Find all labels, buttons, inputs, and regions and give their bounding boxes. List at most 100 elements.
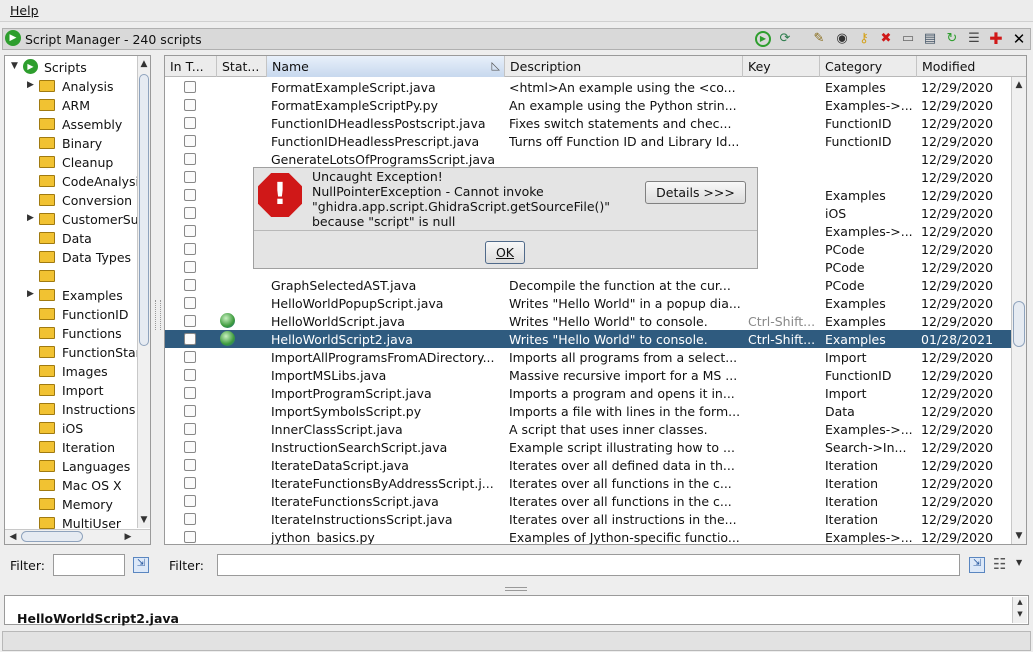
in-toolbar-checkbox[interactable]: [184, 477, 196, 489]
table-scroll-thumb[interactable]: [1013, 301, 1025, 347]
in-toolbar-checkbox[interactable]: [184, 441, 196, 453]
table-row[interactable]: ImportProgramScript.java Imports a progra…: [165, 384, 1011, 402]
tree-root[interactable]: ▼ ▶ Scripts: [5, 58, 137, 77]
table-row-selected[interactable]: HelloWorldScript2.java Writes "Hello Worl…: [165, 330, 1011, 348]
tree-item[interactable]: FunctionStartPatterns: [5, 343, 137, 362]
tree-item[interactable]: FunctionID: [5, 305, 137, 324]
in-toolbar-checkbox[interactable]: [184, 117, 196, 129]
tree-item[interactable]: Languages: [5, 457, 137, 476]
col-key[interactable]: Key: [743, 56, 820, 77]
split-handle[interactable]: [155, 300, 161, 330]
in-toolbar-checkbox[interactable]: [184, 423, 196, 435]
in-toolbar-checkbox[interactable]: [184, 81, 196, 93]
in-toolbar-checkbox[interactable]: [184, 135, 196, 147]
description-scroll-down-icon[interactable]: ▼: [1014, 610, 1026, 618]
in-toolbar-checkbox[interactable]: [184, 297, 196, 309]
table-row[interactable]: FunctionIDHeadlessPostscript.java Fixes s…: [165, 114, 1011, 132]
split-handle-horizontal[interactable]: [505, 587, 527, 591]
in-toolbar-checkbox[interactable]: [184, 261, 196, 273]
in-toolbar-checkbox[interactable]: [184, 279, 196, 291]
description-scrollbar[interactable]: ▲ ▼: [1012, 597, 1027, 623]
in-toolbar-checkbox[interactable]: [184, 171, 196, 183]
table-vscrollbar[interactable]: ▲ ▼: [1011, 77, 1026, 544]
table-row[interactable]: FormatExampleScriptPy.py An example using…: [165, 96, 1011, 114]
refresh-icon[interactable]: ↻: [944, 31, 960, 47]
tree-item[interactable]: Cleanup: [5, 153, 137, 172]
tree-item[interactable]: ▶ Examples: [5, 286, 137, 305]
tree-item[interactable]: Instructions: [5, 400, 137, 419]
tree-item[interactable]: Data Types: [5, 248, 137, 267]
in-toolbar-checkbox[interactable]: [184, 495, 196, 507]
tree-item[interactable]: ARM: [5, 96, 137, 115]
table-row[interactable]: jython_basics.py Examples of Jython-speci…: [165, 528, 1011, 544]
tree-item[interactable]: Mac OS X: [5, 476, 137, 495]
menu-help[interactable]: Help: [10, 3, 39, 18]
in-toolbar-checkbox[interactable]: [184, 225, 196, 237]
tree-item[interactable]: [5, 267, 137, 286]
table-row[interactable]: IterateFunctionsByAddressScript.j... Iter…: [165, 474, 1011, 492]
table-filter-input[interactable]: [217, 554, 960, 576]
table-row[interactable]: GraphSelectedAST.java Decompile the funct…: [165, 276, 1011, 294]
table-row[interactable]: ImportSymbolsScript.py Imports a file wit…: [165, 402, 1011, 420]
in-toolbar-checkbox[interactable]: [184, 153, 196, 165]
script-directories-icon[interactable]: ☰: [966, 31, 982, 47]
in-toolbar-checkbox[interactable]: [184, 189, 196, 201]
tree-item[interactable]: CodeAnalysis: [5, 172, 137, 191]
tree-item[interactable]: Data: [5, 229, 137, 248]
in-toolbar-checkbox[interactable]: [184, 513, 196, 525]
tree-filter-input[interactable]: [53, 554, 125, 576]
edit-script-icon[interactable]: ✎: [811, 31, 827, 47]
tree-scroll-thumb[interactable]: [139, 74, 149, 346]
col-description[interactable]: Description: [505, 56, 743, 77]
table-filter-options-icon[interactable]: ⇲: [969, 557, 985, 573]
table-row[interactable]: FunctionIDHeadlessPrescript.java Turns of…: [165, 132, 1011, 150]
help-icon[interactable]: ✚: [988, 31, 1004, 47]
tree-hscrollbar[interactable]: ◀ ▶: [5, 529, 150, 544]
table-scroll-up-icon[interactable]: ▲: [1013, 80, 1025, 90]
in-toolbar-checkbox[interactable]: [184, 351, 196, 363]
key-binding-icon[interactable]: ⚷: [856, 31, 872, 47]
tree-item[interactable]: Import: [5, 381, 137, 400]
tree-item[interactable]: Images: [5, 362, 137, 381]
expanded-icon[interactable]: ▼: [11, 61, 18, 71]
in-toolbar-checkbox[interactable]: [184, 99, 196, 111]
ok-button[interactable]: OK: [485, 241, 525, 264]
scroll-left-icon[interactable]: ◀: [7, 532, 19, 542]
tree-item[interactable]: ▶ Analysis: [5, 77, 137, 96]
tree-vscrollbar[interactable]: ▲ ▼: [137, 56, 150, 528]
delete-icon[interactable]: ✖: [878, 31, 894, 47]
table-row[interactable]: ImportMSLibs.java Massive recursive impor…: [165, 366, 1011, 384]
table-row[interactable]: FormatExampleScript.java <html>An example…: [165, 78, 1011, 96]
table-row[interactable]: GenerateLotsOfProgramsScript.java 12/29/2…: [165, 150, 1011, 168]
eclipse-icon[interactable]: ◉: [834, 31, 850, 47]
column-filter-dropdown-icon[interactable]: ▼: [1016, 558, 1022, 567]
tree-item[interactable]: Binary: [5, 134, 137, 153]
in-toolbar-checkbox[interactable]: [184, 405, 196, 417]
in-toolbar-checkbox[interactable]: [184, 369, 196, 381]
rename-icon[interactable]: ▭: [900, 31, 916, 47]
table-row[interactable]: IterateInstructionsScript.java Iterates o…: [165, 510, 1011, 528]
table-row[interactable]: InnerClassScript.java A script that uses …: [165, 420, 1011, 438]
in-toolbar-checkbox[interactable]: [184, 459, 196, 471]
tree-item[interactable]: Conversion: [5, 191, 137, 210]
tree-item[interactable]: iOS: [5, 419, 137, 438]
run-again-icon[interactable]: ⟳: [777, 31, 793, 47]
tree-item[interactable]: Assembly: [5, 115, 137, 134]
close-icon[interactable]: ✕: [1011, 31, 1027, 47]
tree-item[interactable]: Functions: [5, 324, 137, 343]
in-toolbar-checkbox[interactable]: [184, 333, 196, 345]
collapsed-icon[interactable]: ▶: [27, 289, 34, 299]
col-category[interactable]: Category: [820, 56, 917, 77]
col-modified[interactable]: Modified: [917, 56, 1026, 77]
in-toolbar-checkbox[interactable]: [184, 243, 196, 255]
scroll-right-icon[interactable]: ▶: [122, 532, 134, 542]
scroll-up-icon[interactable]: ▲: [138, 59, 150, 69]
column-filter-icon[interactable]: ☷: [993, 555, 1006, 573]
details-button[interactable]: Details >>>: [645, 181, 746, 204]
col-in-toolbar[interactable]: In T...: [165, 56, 217, 77]
in-toolbar-checkbox[interactable]: [184, 315, 196, 327]
scroll-down-icon[interactable]: ▼: [138, 515, 150, 525]
tree-hscroll-thumb[interactable]: [21, 531, 83, 542]
table-row[interactable]: IterateFunctionsScript.java Iterates over…: [165, 492, 1011, 510]
collapsed-icon[interactable]: ▶: [27, 80, 34, 90]
